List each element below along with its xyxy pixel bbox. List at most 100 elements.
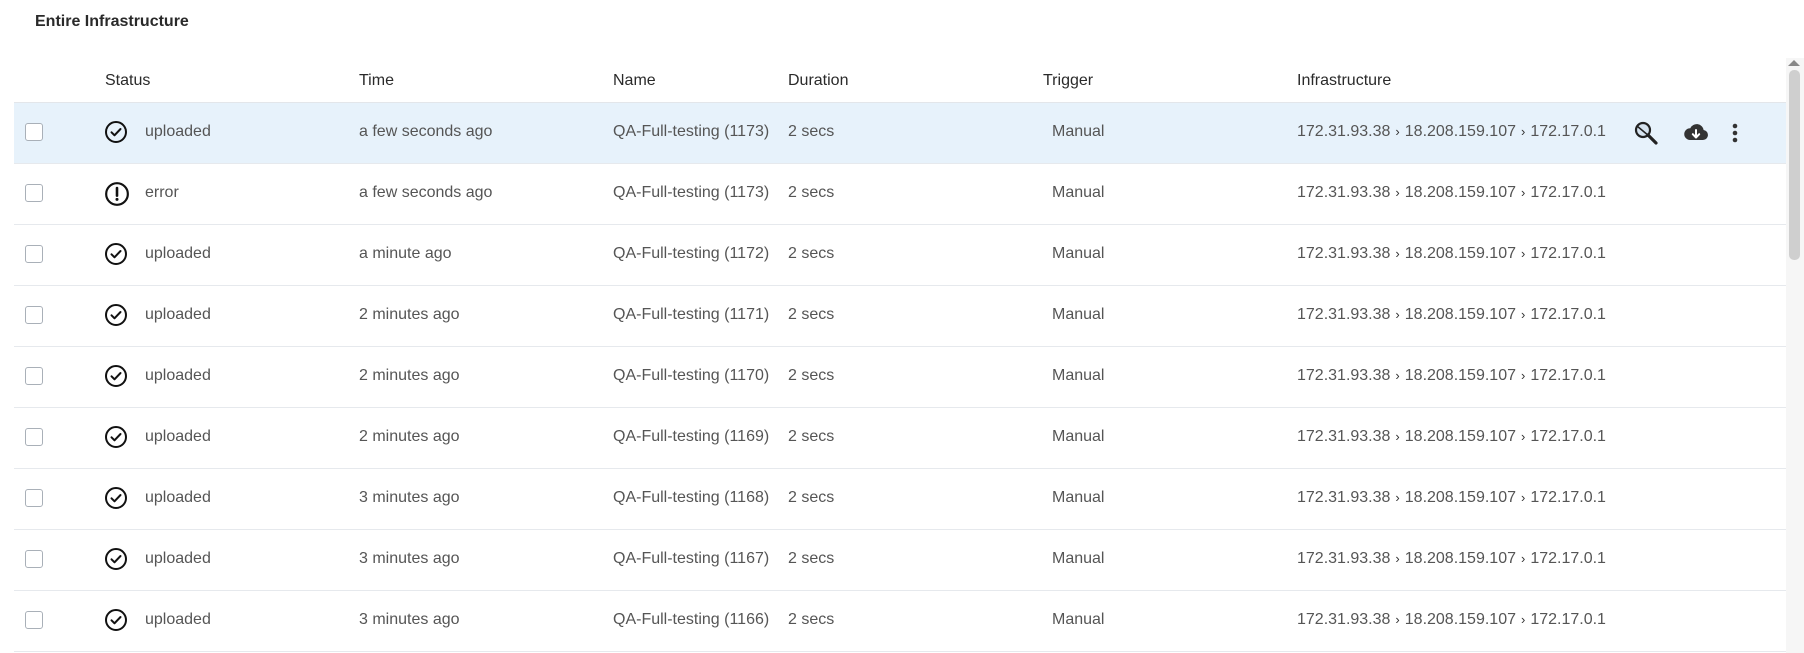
chevron-right-icon: › xyxy=(1395,429,1400,444)
infra-node: 172.17.0.1 xyxy=(1530,245,1606,262)
infra-node: 172.31.93.38 xyxy=(1297,428,1391,445)
trigger-text: Manual xyxy=(1052,489,1105,506)
cloud-download-icon[interactable] xyxy=(1682,119,1710,147)
table-row[interactable]: uploaded 3 minutes ago QA-Full-testing (11… xyxy=(14,530,1787,591)
column-header-time[interactable]: Time xyxy=(359,72,394,90)
column-header-infrastructure[interactable]: Infrastructure xyxy=(1297,72,1391,90)
time-text: 3 minutes ago xyxy=(359,550,460,567)
table-row[interactable]: uploaded 2 minutes ago QA-Full-testing (11… xyxy=(14,286,1787,347)
infra-node: 172.17.0.1 xyxy=(1530,306,1606,323)
analyze-icon[interactable] xyxy=(1632,119,1660,147)
check-circle-icon xyxy=(104,364,128,388)
run-name[interactable]: QA-Full-testing (1169) xyxy=(613,428,769,446)
infra-node: 18.208.159.107 xyxy=(1404,306,1516,323)
time-text: 2 minutes ago xyxy=(359,306,460,323)
row-checkbox[interactable] xyxy=(25,428,43,446)
duration-text: 2 secs xyxy=(788,367,835,384)
row-checkbox[interactable] xyxy=(25,306,43,324)
run-name[interactable]: QA-Full-testing (1172) xyxy=(613,245,769,263)
chevron-right-icon: › xyxy=(1395,246,1400,261)
infra-node: 18.208.159.107 xyxy=(1404,550,1516,567)
time-text: a minute ago xyxy=(359,245,452,262)
infrastructure-path: 172.31.93.38 › 18.208.159.107 › 172.17.0.1 xyxy=(1297,306,1606,324)
infra-node: 172.31.93.38 xyxy=(1297,367,1391,384)
table-row[interactable]: uploaded a few seconds ago QA-Full-testing… xyxy=(14,103,1787,164)
run-name[interactable]: QA-Full-testing (1168) xyxy=(613,489,769,507)
row-checkbox[interactable] xyxy=(25,550,43,568)
more-vert-icon[interactable] xyxy=(1725,119,1745,147)
chevron-right-icon: › xyxy=(1395,307,1400,322)
chevron-right-icon: › xyxy=(1520,185,1526,200)
chevron-right-icon: › xyxy=(1520,307,1526,322)
table-row[interactable]: uploaded a minute ago QA-Full-testing (117… xyxy=(14,225,1787,286)
infra-node: 172.17.0.1 xyxy=(1530,428,1606,445)
table-row[interactable]: error a few seconds ago QA-Full-testing (1… xyxy=(14,164,1787,225)
run-name[interactable]: QA-Full-testing (1170) xyxy=(613,367,769,385)
duration-text: 2 secs xyxy=(788,489,835,506)
infra-node: 172.31.93.38 xyxy=(1297,489,1391,506)
row-checkbox[interactable] xyxy=(25,367,43,385)
infra-node: 172.31.93.38 xyxy=(1297,184,1391,201)
scroll-up-arrow-icon[interactable] xyxy=(1788,60,1800,66)
duration-text: 2 secs xyxy=(788,428,835,445)
trigger-text: Manual xyxy=(1052,184,1105,201)
check-circle-icon xyxy=(104,608,128,632)
infra-node: 172.17.0.1 xyxy=(1530,550,1606,567)
infra-node: 18.208.159.107 xyxy=(1404,428,1516,445)
row-checkbox[interactable] xyxy=(25,611,43,629)
time-text: 2 minutes ago xyxy=(359,367,460,384)
check-circle-icon xyxy=(104,120,128,144)
infrastructure-path: 172.31.93.38 › 18.208.159.107 › 172.17.0.1 xyxy=(1297,184,1606,202)
status-text: uploaded xyxy=(145,245,211,262)
status-text: uploaded xyxy=(145,306,211,323)
run-name[interactable]: QA-Full-testing (1166) xyxy=(613,611,769,629)
duration-text: 2 secs xyxy=(788,611,835,628)
infra-node: 18.208.159.107 xyxy=(1404,611,1516,628)
chevron-right-icon: › xyxy=(1395,185,1400,200)
check-circle-icon xyxy=(104,303,128,327)
duration-text: 2 secs xyxy=(788,550,835,567)
infra-node: 172.31.93.38 xyxy=(1297,123,1391,140)
column-header-duration[interactable]: Duration xyxy=(788,72,848,90)
table-row[interactable]: uploaded 2 minutes ago QA-Full-testing (11… xyxy=(14,347,1787,408)
infra-node: 18.208.159.107 xyxy=(1404,245,1516,262)
chevron-right-icon: › xyxy=(1520,490,1526,505)
infrastructure-path: 172.31.93.38 › 18.208.159.107 › 172.17.0.1 xyxy=(1297,245,1606,263)
infra-node: 172.17.0.1 xyxy=(1530,184,1606,201)
infra-node: 18.208.159.107 xyxy=(1404,184,1516,201)
infra-node: 172.31.93.38 xyxy=(1297,245,1391,262)
infra-node: 172.17.0.1 xyxy=(1530,611,1606,628)
table-header: Status Time Name Duration Trigger Infras… xyxy=(14,58,1787,103)
run-name[interactable]: QA-Full-testing (1173) xyxy=(613,123,769,141)
time-text: 3 minutes ago xyxy=(359,611,460,628)
column-header-trigger[interactable]: Trigger xyxy=(1043,72,1093,90)
infrastructure-path: 172.31.93.38 › 18.208.159.107 › 172.17.0.1 xyxy=(1297,367,1606,385)
chevron-right-icon: › xyxy=(1520,551,1526,566)
run-name[interactable]: QA-Full-testing (1171) xyxy=(613,306,769,324)
table-row[interactable]: uploaded 3 minutes ago QA-Full-testing (11… xyxy=(14,469,1787,530)
row-checkbox[interactable] xyxy=(25,245,43,263)
row-checkbox[interactable] xyxy=(25,123,43,141)
results-table: Status Time Name Duration Trigger Infras… xyxy=(14,58,1787,653)
run-name[interactable]: QA-Full-testing (1173) xyxy=(613,184,769,202)
scrollbar-thumb[interactable] xyxy=(1789,70,1800,260)
table-row[interactable]: uploaded 3 minutes ago QA-Full-testing (11… xyxy=(14,591,1787,652)
infra-node: 18.208.159.107 xyxy=(1404,123,1516,140)
infra-node: 172.31.93.38 xyxy=(1297,611,1391,628)
run-name[interactable]: QA-Full-testing (1167) xyxy=(613,550,769,568)
row-checkbox[interactable] xyxy=(25,489,43,507)
infra-node: 18.208.159.107 xyxy=(1404,489,1516,506)
column-header-status[interactable]: Status xyxy=(105,72,150,90)
column-header-name[interactable]: Name xyxy=(613,72,656,90)
duration-text: 2 secs xyxy=(788,184,835,201)
trigger-text: Manual xyxy=(1052,367,1105,384)
infrastructure-path: 172.31.93.38 › 18.208.159.107 › 172.17.0.1 xyxy=(1297,489,1606,507)
check-circle-icon xyxy=(104,547,128,571)
time-text: a few seconds ago xyxy=(359,184,493,201)
table-row[interactable]: uploaded 2 minutes ago QA-Full-testing (11… xyxy=(14,408,1787,469)
row-checkbox[interactable] xyxy=(25,184,43,202)
trigger-text: Manual xyxy=(1052,611,1105,628)
infrastructure-path: 172.31.93.38 › 18.208.159.107 › 172.17.0.1 xyxy=(1297,550,1606,568)
status-text: error xyxy=(145,184,179,201)
duration-text: 2 secs xyxy=(788,306,835,323)
